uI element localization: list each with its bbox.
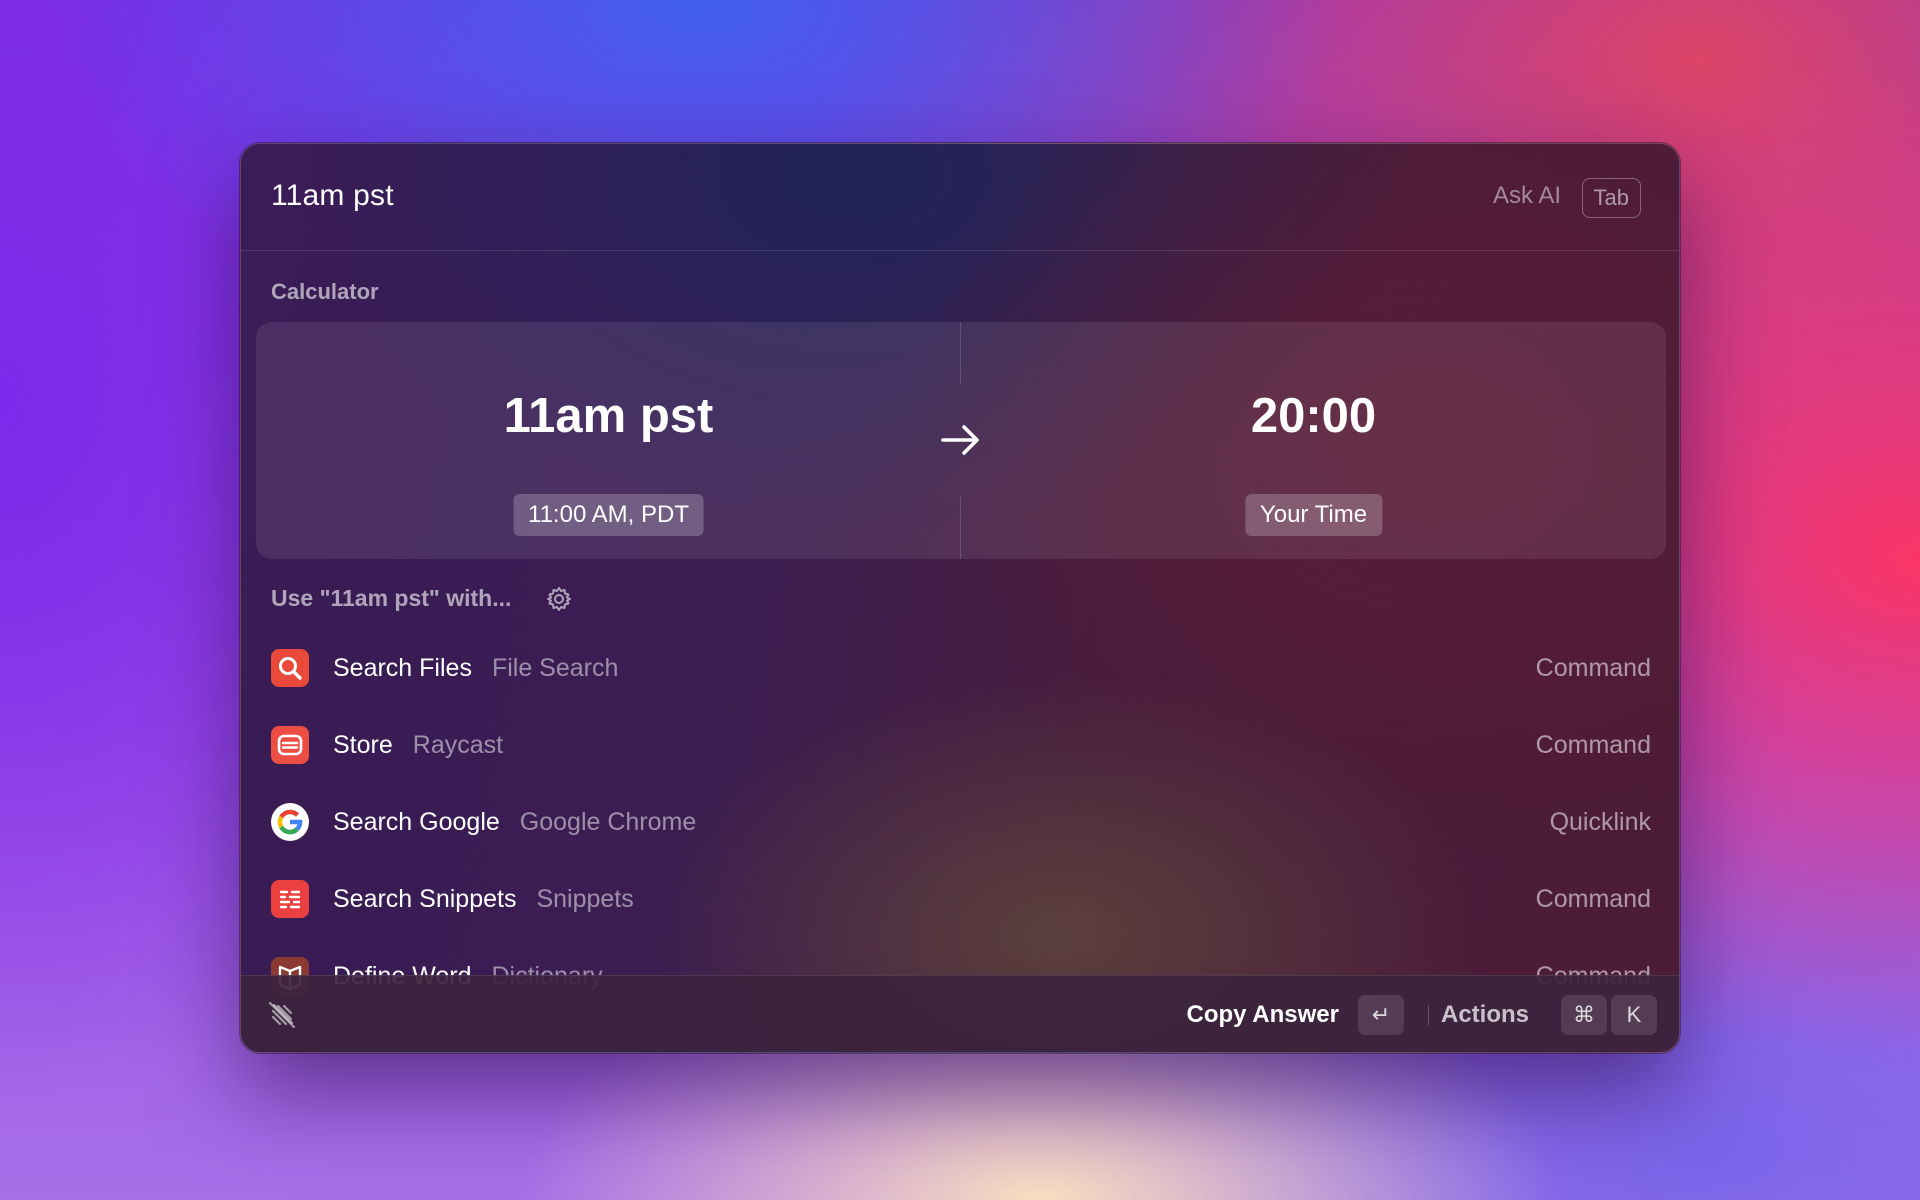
footer-divider <box>1427 1005 1429 1025</box>
copy-answer-button[interactable]: Copy Answer <box>1187 1001 1339 1029</box>
search-input[interactable]: 11am pst <box>271 179 394 213</box>
result-subtitle: File Search <box>491 654 619 682</box>
calculator-input-detail: 11:00 AM, PDT <box>513 494 704 536</box>
magnifier-icon <box>271 649 309 687</box>
tab-key-hint: Tab <box>1581 178 1641 218</box>
enter-key-hint: ↵ <box>1358 995 1404 1035</box>
store-icon <box>271 726 309 764</box>
google-icon <box>271 803 309 841</box>
calculator-result-panel: 20:00 Your Time <box>961 322 1666 559</box>
result-title: Search Files <box>333 654 472 682</box>
result-kind: Command <box>1535 731 1651 759</box>
result-title: Search Google <box>333 808 500 836</box>
use-with-label: Use "11am pst" with... <box>271 585 512 611</box>
result-kind: Command <box>1535 885 1651 913</box>
result-title: Search Snippets <box>333 885 517 913</box>
actions-button[interactable]: Actions <box>1441 1001 1529 1029</box>
list-item[interactable]: Search Google Google Chrome Quicklink <box>256 787 1666 857</box>
command-key-hint: ⌘ <box>1561 995 1607 1035</box>
calculator-result-card[interactable]: 11am pst 11:00 AM, PDT 20:00 Your Time <box>256 322 1666 559</box>
list-item[interactable]: Store Raycast Command <box>256 710 1666 780</box>
search-bar: 11am pst Ask AI Tab <box>241 144 1679 251</box>
result-kind: Command <box>1535 654 1651 682</box>
k-key-hint: K <box>1611 995 1657 1035</box>
snippets-icon <box>271 880 309 918</box>
calculator-result-detail: Your Time <box>1244 494 1383 536</box>
ask-ai-button[interactable]: Ask AI <box>1493 182 1561 210</box>
list-item[interactable]: Search Files File Search Command <box>256 633 1666 703</box>
result-subtitle: Raycast <box>412 731 504 759</box>
launcher-window: 11am pst Ask AI Tab Calculator 11am pst … <box>240 143 1680 1053</box>
action-bar: Copy Answer ↵ Actions ⌘ K <box>241 975 1679 1052</box>
calculator-input: 11am pst <box>503 389 714 443</box>
result-kind: Quicklink <box>1549 808 1651 836</box>
calculator-section-title: Calculator <box>271 279 379 304</box>
result-title: Store <box>333 731 393 759</box>
calculator-result: 20:00 <box>1250 389 1377 443</box>
raycast-logo-icon <box>268 1001 296 1029</box>
result-subtitle: Snippets <box>536 885 634 913</box>
calculator-input-panel: 11am pst 11:00 AM, PDT <box>256 322 961 559</box>
list-item[interactable]: Search Snippets Snippets Command <box>256 864 1666 934</box>
gear-icon[interactable] <box>545 585 573 613</box>
result-subtitle: Google Chrome <box>519 808 697 836</box>
